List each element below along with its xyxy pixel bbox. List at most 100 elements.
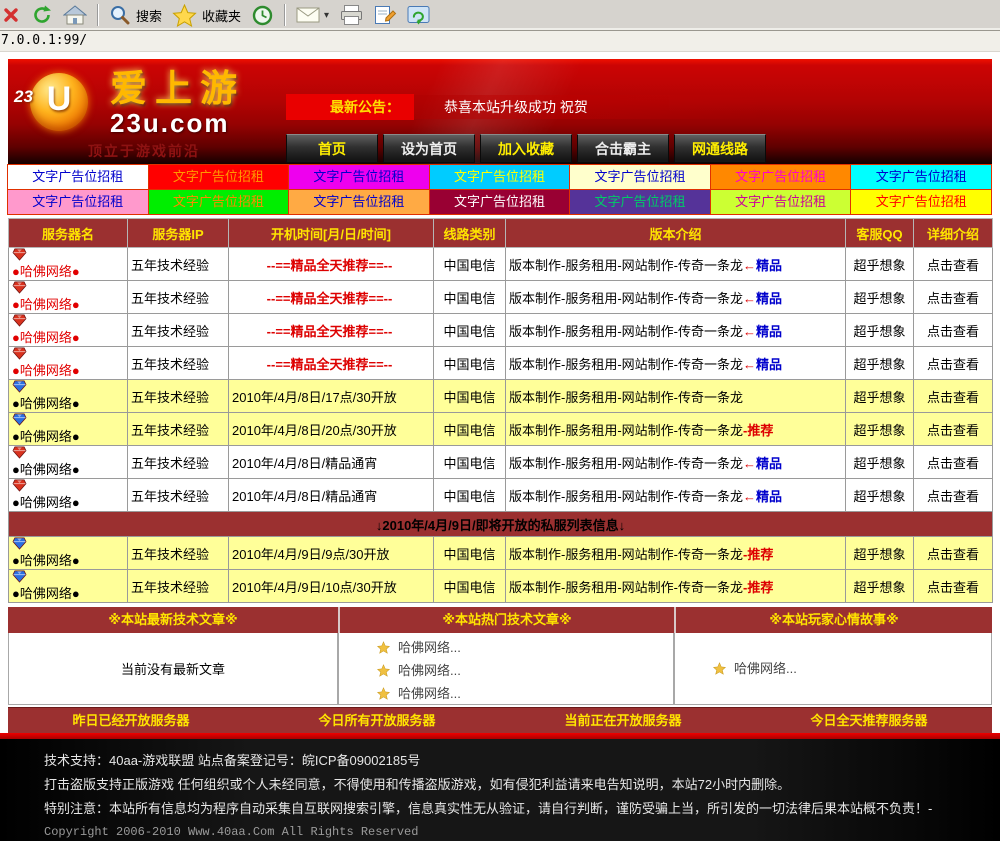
search-button[interactable]: 搜索	[104, 2, 167, 28]
open-time-cell: 2010年/4月/8日/精品通宵	[229, 479, 434, 512]
favorites-label: 收藏夹	[202, 6, 241, 25]
line-type-cell: 中国电信	[434, 413, 506, 446]
ad-slot[interactable]: 文字广告位招租	[7, 189, 149, 215]
ad-slot[interactable]: 文字广告位招租	[569, 189, 711, 215]
footer-antipiracy-line: 打击盗版支持正版游戏 任何组织或个人未经同意，不得使用和传播盗版游戏，如有侵犯利…	[44, 774, 1000, 793]
section-title-hot: ※本站热门技术文章※	[338, 607, 674, 633]
toolbar-separator	[284, 4, 286, 26]
bottom-nav-item[interactable]: 昨日已经开放服务器	[8, 708, 254, 733]
edit-button[interactable]	[369, 2, 402, 28]
ad-slot[interactable]: 文字广告位招租	[710, 164, 852, 190]
nav-button-设为首页[interactable]: 设为首页	[383, 134, 475, 163]
server-name-cell[interactable]: ●哈佛网络●	[9, 413, 128, 446]
version-cell: 版本制作-服务租用-网站制作-传奇一条龙←精品	[506, 347, 846, 380]
ad-slot[interactable]: 文字广告位招租	[710, 189, 852, 215]
upcoming-banner: ↓2010年/4月/9日/即将开放的私服列表信息↓	[9, 512, 993, 537]
server-row: ●哈佛网络●五年技术经验2010年/4月/8日/精品通宵中国电信版本制作-服务租…	[9, 479, 993, 512]
logo-letter: U	[30, 80, 88, 119]
detail-link[interactable]: 点击查看	[914, 314, 993, 347]
print-button[interactable]	[334, 2, 369, 28]
logo-ball-icon: 23 U	[30, 73, 88, 131]
server-table: 服务器名服务器IP开机时间[月/日/时间]线路类别版本介绍客服QQ详细介绍 ●哈…	[8, 218, 993, 603]
detail-link[interactable]: 点击查看	[914, 537, 993, 570]
article-link[interactable]: 哈佛网络...	[377, 682, 673, 705]
detail-link[interactable]: 点击查看	[914, 281, 993, 314]
detail-link[interactable]: 点击查看	[914, 570, 993, 603]
stop-button[interactable]	[0, 3, 26, 27]
favorites-button[interactable]: 收藏夹	[167, 2, 246, 29]
no-articles-text: 当前没有最新文章	[9, 633, 337, 704]
article-link[interactable]: 哈佛网络...	[377, 659, 673, 682]
version-cell: 版本制作-服务租用-网站制作-传奇一条龙←精品	[506, 281, 846, 314]
ad-slot[interactable]: 文字广告位招租	[288, 189, 430, 215]
article-link[interactable]: 哈佛网络...	[377, 636, 673, 659]
detail-link[interactable]: 点击查看	[914, 446, 993, 479]
nav-button-首页[interactable]: 首页	[286, 134, 378, 163]
nav-button-合击霸主[interactable]: 合击霸主	[577, 134, 669, 163]
nav-button-加入收藏[interactable]: 加入收藏	[480, 134, 572, 163]
ad-slot[interactable]: 文字广告位招租	[850, 164, 992, 190]
server-name-cell[interactable]: ●哈佛网络●	[9, 537, 128, 570]
home-button[interactable]	[58, 3, 92, 28]
server-name-cell[interactable]: ●哈佛网络●	[9, 347, 128, 380]
line-type-cell: 中国电信	[434, 347, 506, 380]
gem-icon	[12, 413, 27, 426]
bottom-nav: 昨日已经开放服务器今日所有开放服务器当前正在开放服务器今日全天推荐服务器	[8, 707, 992, 733]
ad-slot[interactable]: 文字广告位招租	[850, 189, 992, 215]
footer-notice-line: 特别注意：本站所有信息均为程序自动采集自互联网搜索引擎，信息真实性无从验证，请自…	[44, 798, 1000, 817]
server-row: ●哈佛网络●五年技术经验--==精品全天推荐==--中国电信版本制作-服务租用-…	[9, 314, 993, 347]
detail-link[interactable]: 点击查看	[914, 347, 993, 380]
site-logo[interactable]: 23 U 爱上游 23u.com	[30, 69, 245, 137]
server-name-cell[interactable]: ●哈佛网络●	[9, 314, 128, 347]
print-icon	[339, 4, 364, 26]
address-bar[interactable]: 7.0.0.1:99/	[0, 31, 1000, 52]
server-name-cell[interactable]: ●哈佛网络●	[9, 380, 128, 413]
messenger-button[interactable]	[402, 3, 436, 28]
server-ip-cell: 五年技术经验	[128, 314, 229, 347]
version-cell: 版本制作-服务租用-网站制作-传奇一条龙-推荐	[506, 570, 846, 603]
server-ip-cell: 五年技术经验	[128, 446, 229, 479]
ad-slot[interactable]: 文字广告位招租	[429, 189, 571, 215]
gem-icon	[12, 347, 27, 360]
server-table-header: 服务器名服务器IP开机时间[月/日/时间]线路类别版本介绍客服QQ详细介绍	[9, 219, 993, 248]
bottom-nav-item[interactable]: 今日全天推荐服务器	[746, 708, 992, 733]
announcement-text: 恭喜本站升级成功 祝贺	[444, 97, 588, 117]
server-name-cell[interactable]: ●哈佛网络●	[9, 446, 128, 479]
detail-link[interactable]: 点击查看	[914, 380, 993, 413]
detail-link[interactable]: 点击查看	[914, 479, 993, 512]
article-link[interactable]: 哈佛网络...	[713, 657, 797, 680]
home-icon	[63, 5, 87, 26]
detail-link[interactable]: 点击查看	[914, 248, 993, 281]
ad-slot[interactable]: 文字广告位招租	[148, 164, 290, 190]
footer-support-line: 技术支持：40aa-游戏联盟 站点备案登记号：皖ICP备09002185号	[44, 750, 1000, 769]
ad-slot[interactable]: 文字广告位招租	[288, 164, 430, 190]
bottom-nav-item[interactable]: 今日所有开放服务器	[254, 708, 500, 733]
server-name-cell[interactable]: ●哈佛网络●	[9, 479, 128, 512]
history-button[interactable]	[246, 2, 279, 29]
nav-button-网通线路[interactable]: 网通线路	[674, 134, 766, 163]
site-name: 爱上游	[110, 69, 245, 109]
server-ip-cell: 五年技术经验	[128, 537, 229, 570]
mail-icon	[296, 6, 321, 24]
ad-slot[interactable]: 文字广告位招租	[148, 189, 290, 215]
server-name-cell[interactable]: ●哈佛网络●	[9, 248, 128, 281]
ad-slot[interactable]: 文字广告位招租	[7, 164, 149, 190]
toolbar-separator	[97, 4, 99, 26]
server-name-cell[interactable]: ●哈佛网络●	[9, 281, 128, 314]
server-row: ●哈佛网络●五年技术经验2010年/4月/8日/精品通宵中国电信版本制作-服务租…	[9, 446, 993, 479]
ad-slot[interactable]: 文字广告位招租	[429, 164, 571, 190]
bottom-nav-item[interactable]: 当前正在开放服务器	[500, 708, 746, 733]
open-time-cell: --==精品全天推荐==--	[229, 281, 434, 314]
gem-icon	[12, 446, 27, 459]
refresh-button[interactable]	[26, 2, 58, 28]
detail-link[interactable]: 点击查看	[914, 413, 993, 446]
ad-slot[interactable]: 文字广告位招租	[569, 164, 711, 190]
version-cell: 版本制作-服务租用-网站制作-传奇一条龙←精品	[506, 248, 846, 281]
server-name-cell[interactable]: ●哈佛网络●	[9, 570, 128, 603]
open-time-cell: --==精品全天推荐==--	[229, 248, 434, 281]
server-table-body: ●哈佛网络●五年技术经验--==精品全天推荐==--中国电信版本制作-服务租用-…	[9, 248, 993, 603]
browser-toolbar: 搜索 收藏夹 ▾	[0, 0, 1000, 31]
history-icon	[251, 4, 274, 27]
column-header: 版本介绍	[506, 219, 846, 248]
mail-button[interactable]: ▾	[291, 4, 334, 26]
